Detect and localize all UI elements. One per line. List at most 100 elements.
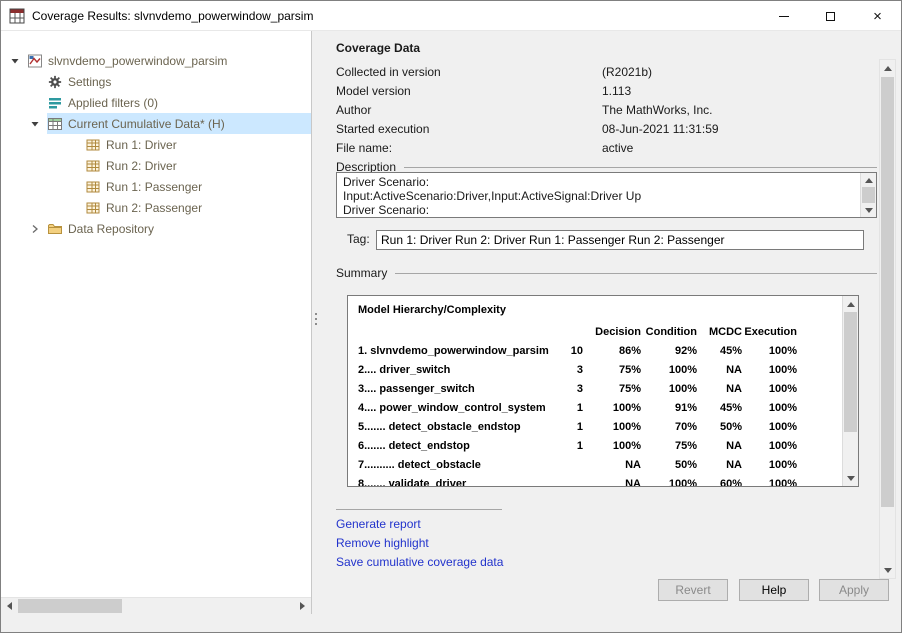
scroll-down-icon[interactable] <box>861 203 876 217</box>
tree-horizontal-scrollbar[interactable] <box>1 597 312 614</box>
save-cumulative-coverage-data-link[interactable]: Save cumulative coverage data <box>336 555 503 569</box>
table-header-row: Decision Condition MCDC Execution <box>348 323 841 342</box>
scroll-left-icon[interactable] <box>1 598 18 614</box>
coverage-data-panel: Coverage Data Collected in version(R2021… <box>313 31 902 633</box>
table-row: 1. slvnvdemo_powerwindow_parsim1086%92%4… <box>348 342 841 361</box>
scroll-up-icon[interactable] <box>861 173 876 187</box>
title-bar: Coverage Results: slvnvdemo_powerwindow_… <box>1 1 901 31</box>
table-row: 8....... validate_driverNA100%60%100% <box>348 475 841 486</box>
tree-item-label: Run 1: Driver <box>106 138 177 152</box>
description-line: Driver Scenario: <box>343 175 853 189</box>
tree-item-model-root[interactable]: slvnvdemo_powerwindow_parsim <box>1 50 311 71</box>
run-icon <box>85 200 101 216</box>
table-title: Model Hierarchy/Complexity <box>358 304 841 317</box>
help-button[interactable]: Help <box>739 579 809 601</box>
field-label: Started execution <box>336 122 602 136</box>
table-row: 4.... power_window_control_system1100%91… <box>348 399 841 418</box>
scrollbar-thumb[interactable] <box>844 312 857 432</box>
tree-item-label: Data Repository <box>68 222 154 236</box>
field-label: Collected in version <box>336 65 602 79</box>
tree-item-label: Run 2: Passenger <box>106 201 202 215</box>
panel-vertical-scrollbar[interactable] <box>879 59 896 579</box>
run-icon <box>85 179 101 195</box>
apply-button[interactable]: Apply <box>819 579 889 601</box>
splitter-grip[interactable] <box>315 313 317 325</box>
column-header: Condition <box>641 323 697 342</box>
tag-label: Tag: <box>347 232 370 246</box>
close-button[interactable]: × <box>854 1 901 31</box>
chevron-expanded-icon[interactable] <box>7 53 23 69</box>
tag-input[interactable] <box>376 230 864 250</box>
description-line: Input:ActiveScenario:Driver,Input:Active… <box>343 189 853 203</box>
scroll-up-icon[interactable] <box>843 296 858 312</box>
divider <box>404 167 877 168</box>
tree-item-current-cumulative-data[interactable]: Current Cumulative Data* (H) <box>1 113 311 134</box>
summary-scrollbar[interactable] <box>842 296 858 486</box>
tree-item-label: Settings <box>68 75 111 89</box>
folder-icon <box>47 221 63 237</box>
description-scrollbar[interactable] <box>860 173 876 217</box>
panel-title: Coverage Data <box>336 41 420 55</box>
maximize-button[interactable] <box>807 1 854 31</box>
field-value: The MathWorks, Inc. <box>602 103 712 117</box>
remove-highlight-link[interactable]: Remove highlight <box>336 536 429 550</box>
description-line: Driver Scenario: <box>343 203 853 217</box>
scroll-up-icon[interactable] <box>880 60 895 76</box>
tree-item-run1-driver[interactable]: Run 1: Driver <box>1 134 311 155</box>
summary-section-header: Summary <box>336 265 877 281</box>
model-icon <box>27 53 43 69</box>
window-title: Coverage Results: slvnvdemo_powerwindow_… <box>32 9 313 23</box>
tree-item-label: Current Cumulative Data* (H) <box>68 117 225 131</box>
table-row: 6....... detect_endstop1100%75%NA100% <box>348 437 841 456</box>
cumulative-data-icon <box>47 116 63 132</box>
scrollbar-thumb[interactable] <box>862 187 875 203</box>
tree-item-run2-passenger[interactable]: Run 2: Passenger <box>1 197 311 218</box>
tree-item-data-repository[interactable]: Data Repository <box>1 218 311 239</box>
scrollbar-thumb[interactable] <box>18 599 122 613</box>
tree-selection-highlight: Current Cumulative Data* (H) <box>47 113 311 134</box>
tree-item-label: Run 2: Driver <box>106 159 177 173</box>
tree-item-run2-driver[interactable]: Run 2: Driver <box>1 155 311 176</box>
coverage-results-window: Coverage Results: slvnvdemo_powerwindow_… <box>0 0 902 633</box>
field-value: active <box>602 141 633 155</box>
table-row: 3.... passenger_switch375%100%NA100% <box>348 380 841 399</box>
run-icon <box>85 137 101 153</box>
app-icon <box>9 8 25 24</box>
column-header: Execution <box>742 323 797 342</box>
field-label: File name: <box>336 141 602 155</box>
divider <box>395 273 877 274</box>
table-row: 2.... driver_switch375%100%NA100% <box>348 361 841 380</box>
field-row: File name:active <box>336 138 862 157</box>
description-text: Driver Scenario: Input:ActiveScenario:Dr… <box>337 174 859 217</box>
scroll-down-icon[interactable] <box>880 562 895 578</box>
tree-item-settings[interactable]: Settings <box>1 71 311 92</box>
field-label: Author <box>336 103 602 117</box>
table-row: 7.......... detect_obstacleNA50%NA100% <box>348 456 841 475</box>
scroll-right-icon[interactable] <box>294 598 311 614</box>
column-header: Decision <box>583 323 641 342</box>
metadata-fields: Collected in version(R2021b) Model versi… <box>336 62 862 157</box>
tree-item-run1-passenger[interactable]: Run 1: Passenger <box>1 176 311 197</box>
field-value: (R2021b) <box>602 65 652 79</box>
generate-report-link[interactable]: Generate report <box>336 517 421 531</box>
chevron-expanded-icon[interactable] <box>27 116 43 132</box>
field-row: Collected in version(R2021b) <box>336 62 862 81</box>
description-textbox[interactable]: Driver Scenario: Input:ActiveScenario:Dr… <box>336 172 877 218</box>
field-row: AuthorThe MathWorks, Inc. <box>336 100 862 119</box>
minimize-button[interactable] <box>760 1 807 31</box>
scroll-down-icon[interactable] <box>843 470 858 486</box>
chevron-collapsed-icon[interactable] <box>27 221 43 237</box>
tree-item-label: Applied filters (0) <box>68 96 158 110</box>
gear-icon <box>47 74 63 90</box>
summary-label: Summary <box>336 266 387 280</box>
run-icon <box>85 158 101 174</box>
tree-item-applied-filters[interactable]: Applied filters (0) <box>1 92 311 113</box>
filter-icon <box>47 95 63 111</box>
revert-button[interactable]: Revert <box>658 579 728 601</box>
field-label: Model version <box>336 84 602 98</box>
field-value: 08-Jun-2021 11:31:59 <box>602 122 719 136</box>
column-header: MCDC <box>697 323 742 342</box>
divider <box>336 509 502 510</box>
scrollbar-thumb[interactable] <box>881 77 894 507</box>
summary-table-content: Model Hierarchy/Complexity Decision Cond… <box>348 296 841 486</box>
